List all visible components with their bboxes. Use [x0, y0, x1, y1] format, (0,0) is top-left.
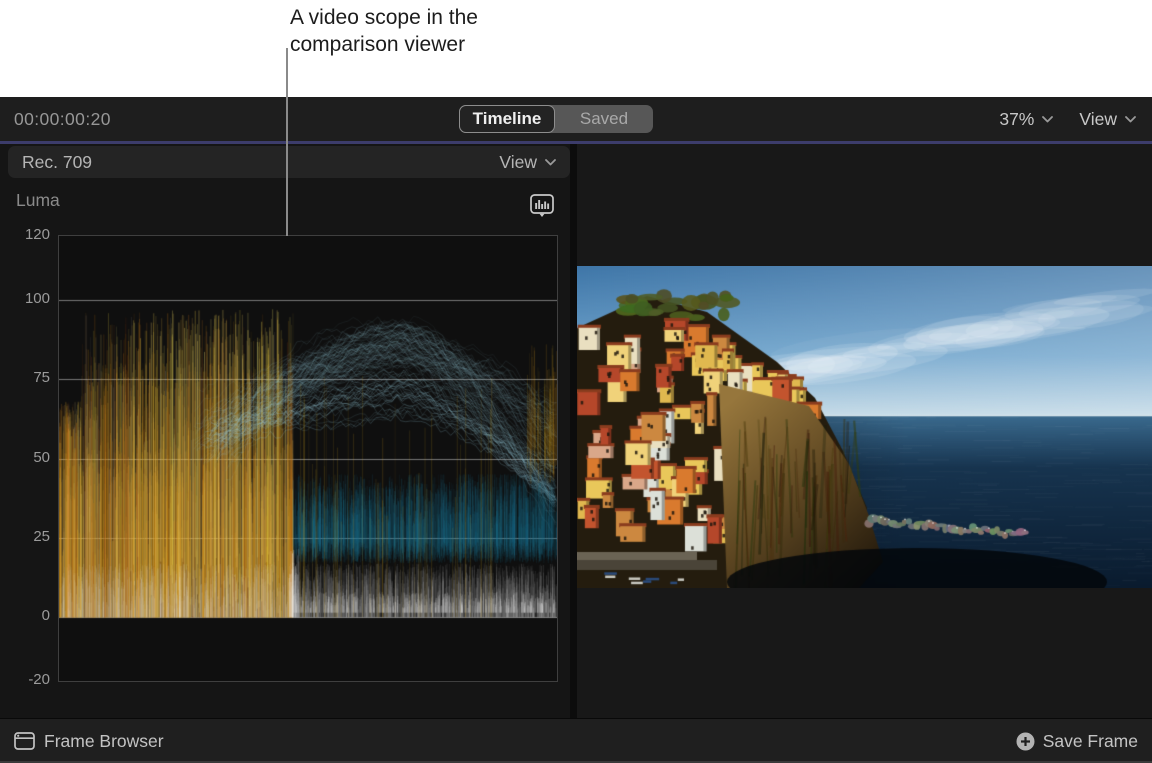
scope-header-bar: Rec. 709 View — [8, 146, 570, 178]
callout-line — [286, 48, 288, 236]
zoom-level-dropdown[interactable]: 37% — [999, 109, 1053, 130]
scope-axis-label: 0 — [4, 607, 50, 625]
segment-saved[interactable]: Saved — [555, 105, 653, 133]
video-frame-image — [577, 266, 1152, 588]
zoom-level-value: 37% — [999, 109, 1034, 130]
scope-view-dropdown[interactable]: View — [499, 152, 556, 173]
plus-circle-icon — [1016, 732, 1035, 751]
scope-axis-label: 75 — [4, 369, 50, 387]
chevron-down-icon — [545, 159, 556, 166]
luma-waveform-plot — [58, 235, 558, 682]
callout-text-line1: A video scope in the — [290, 4, 478, 31]
scope-axis-label: 100 — [4, 290, 50, 308]
histogram-popover-icon — [530, 194, 554, 220]
scope-axis-label: 120 — [4, 226, 50, 244]
save-frame-label: Save Frame — [1043, 731, 1138, 752]
comparison-viewer-window: A video scope in the comparison viewer 0… — [0, 0, 1152, 763]
timecode-display: 00:00:00:20 — [14, 97, 111, 141]
chevron-down-icon — [1042, 116, 1053, 123]
current-frame-viewer — [577, 144, 1152, 718]
scope-axis-label: -20 — [4, 671, 50, 689]
scope-axis-label: 50 — [4, 449, 50, 467]
callout-text-line2: comparison viewer — [290, 31, 478, 58]
scope-axis-label: 25 — [4, 528, 50, 546]
viewer-toolbar: 00:00:00:20 Timeline Saved 37% View — [0, 97, 1152, 141]
save-frame-button[interactable]: Save Frame — [1016, 719, 1138, 763]
panel-divider — [570, 144, 577, 718]
frame-browser-label: Frame Browser — [44, 731, 164, 752]
video-scope-panel: Rec. 709 View Luma 12 — [0, 144, 570, 718]
color-space-label: Rec. 709 — [22, 152, 92, 173]
toolbar-right-group: 37% View — [999, 97, 1136, 141]
scope-view-label: View — [499, 152, 537, 173]
frame-browser-icon — [14, 732, 35, 750]
comparison-main-area: Rec. 709 View Luma 12 — [0, 144, 1152, 718]
viewer-view-label: View — [1079, 109, 1117, 130]
luma-waveform-canvas — [59, 236, 557, 681]
segment-timeline[interactable]: Timeline — [459, 105, 555, 133]
viewer-view-dropdown[interactable]: View — [1079, 109, 1136, 130]
callout-text: A video scope in the comparison viewer — [290, 4, 478, 58]
viewer-bottom-bar: Frame Browser Save Frame — [0, 718, 1152, 763]
scope-settings-button[interactable] — [530, 194, 554, 220]
frame-browser-button[interactable]: Frame Browser — [14, 719, 164, 763]
scope-type-label: Luma — [16, 190, 60, 211]
timeline-saved-segmented-control: Timeline Saved — [459, 105, 653, 133]
chevron-down-icon — [1125, 116, 1136, 123]
